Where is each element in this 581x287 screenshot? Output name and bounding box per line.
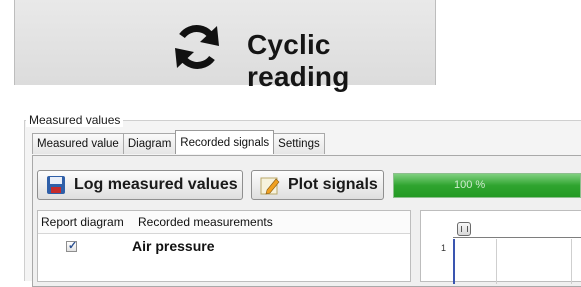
column-header-recorded-measurements[interactable]: Recorded measurements: [135, 211, 273, 233]
plot-button-label: Plot signals: [288, 176, 378, 193]
tab-measured-value[interactable]: Measured value: [32, 133, 124, 154]
pause-icon[interactable]: [457, 222, 471, 236]
check-mark-icon: ✓: [68, 239, 78, 252]
log-button-label: Log measured values: [74, 176, 238, 193]
cyclic-reading-banner[interactable]: Cyclic reading: [14, 0, 436, 92]
progress-text: 100 %: [454, 179, 486, 191]
pencil-chart-icon: [260, 177, 280, 195]
column-header-report-diagram[interactable]: Report diagram: [38, 211, 135, 233]
log-measured-values-button[interactable]: Log measured values: [37, 170, 243, 200]
progress-bar: 100 %: [393, 173, 581, 198]
plot-y-axis: [453, 239, 455, 284]
grid-line: [571, 239, 572, 284]
refresh-arrows-icon: [175, 25, 219, 69]
tab-diagram[interactable]: Diagram: [122, 133, 177, 154]
tab-strip: Measured value Diagram Recorded signals …: [32, 130, 325, 155]
banner-title: Cyclic reading: [247, 29, 350, 92]
group-label: Measured values: [26, 113, 124, 127]
table-header: Report diagram Recorded measurements: [38, 211, 410, 234]
tab-settings[interactable]: Settings: [273, 133, 325, 154]
measurement-name: Air pressure: [132, 238, 215, 254]
plot-top-border: [453, 237, 581, 238]
signal-plot: 1: [420, 210, 581, 284]
tab-recorded-signals[interactable]: Recorded signals: [175, 130, 275, 154]
table-row[interactable]: ✓ Air pressure: [38, 234, 410, 258]
floppy-disk-icon: [47, 176, 65, 194]
report-diagram-checkbox[interactable]: ✓: [66, 239, 78, 252]
grid-line: [496, 239, 497, 284]
progress-fill: [394, 174, 580, 197]
recorded-signals-table: Report diagram Recorded measurements ✓ A…: [37, 210, 411, 282]
y-tick-label: 1: [441, 243, 447, 253]
plot-signals-button[interactable]: Plot signals: [251, 170, 384, 200]
